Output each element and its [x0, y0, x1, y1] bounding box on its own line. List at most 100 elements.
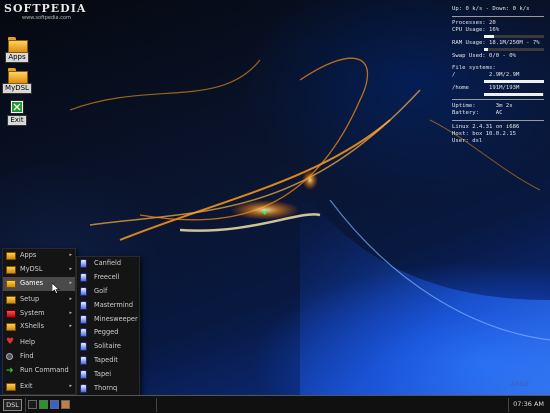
- menu-item-label: Mastermind: [94, 300, 134, 309]
- menu-item-label: System: [20, 308, 45, 317]
- folder-icon: [6, 383, 16, 392]
- folder-icon: [8, 37, 28, 53]
- start-menu: Apps ▸ MyDSL ▸ Games ▸ Setup ▸ System ▸ …: [2, 248, 76, 395]
- game-icon: [80, 328, 87, 338]
- clock: 07:36 AM: [513, 400, 544, 408]
- submenu-arrow-icon: ▸: [69, 295, 72, 302]
- file-manager-icon[interactable]: [50, 400, 59, 409]
- cpu-bar: [484, 35, 544, 38]
- game-icon: [80, 384, 87, 394]
- divider: [452, 99, 544, 100]
- desktop-icon-label: Exit: [7, 115, 27, 126]
- menu-item-run-command[interactable]: ➜ Run Command: [3, 364, 75, 378]
- fs-home: /home 191M/193M: [452, 85, 520, 91]
- menu-item-label: XShells: [20, 322, 45, 331]
- menu-item-label: Golf: [94, 286, 108, 295]
- package-icon[interactable]: [61, 400, 70, 409]
- softpedia-brand: SOFTPEDIA: [4, 2, 87, 15]
- user-info: User: dsl: [452, 138, 483, 144]
- menu-item-label: Minesweeper: [94, 314, 138, 323]
- game-icon: [80, 272, 87, 282]
- game-icon: [80, 300, 87, 310]
- folder-icon: [8, 68, 28, 84]
- menu-item-label: Solitaire: [94, 342, 121, 351]
- kernel-info: Linux 2.4.31 on i686: [452, 124, 520, 130]
- ram-usage: RAM Usage: 18.1M/250M - 7%: [452, 40, 540, 46]
- divider: [508, 398, 509, 412]
- terminal-icon[interactable]: [28, 400, 37, 409]
- game-icon: [80, 356, 87, 366]
- menu-item-solitaire[interactable]: Solitaire: [77, 340, 139, 354]
- heart-icon: ♥: [6, 337, 15, 348]
- menu-item-label: Find: [20, 352, 34, 361]
- submenu-arrow-icon: ▸: [69, 323, 72, 330]
- folder-icon: [6, 323, 16, 332]
- start-button[interactable]: DSL: [3, 399, 22, 411]
- menu-item-label: Run Command: [20, 366, 69, 375]
- menu-item-label: Canfield: [94, 259, 122, 267]
- folder-icon: [6, 252, 16, 260]
- find-icon: [6, 353, 13, 361]
- host-info: Host: box 10.0.2.15: [452, 131, 516, 137]
- menu-item-canfield[interactable]: Canfield: [77, 257, 139, 271]
- menu-item-mydsl[interactable]: MyDSL ▸: [3, 263, 75, 277]
- exit-icon: [10, 100, 24, 114]
- menu-item-tapei[interactable]: Tapei: [77, 368, 139, 382]
- mouse-cursor-icon: [52, 283, 60, 294]
- divider: [452, 16, 544, 17]
- fs-root: / 2.9M/2.9M: [452, 72, 520, 78]
- menu-item-system[interactable]: System ▸: [3, 307, 75, 321]
- menu-item-golf[interactable]: Golf: [77, 285, 139, 299]
- divider: [156, 398, 157, 412]
- taskbar: DSL 07:36 AM: [0, 395, 550, 413]
- net-rate: Up: 0 k/s - Down: 0 k/s: [452, 6, 530, 12]
- softpedia-logo: SOFTPEDIA www.softpedia.com: [4, 2, 86, 21]
- divider: [25, 398, 26, 412]
- fs-root-bar: [484, 80, 544, 83]
- game-icon: [80, 259, 87, 268]
- desktop-icon-exit[interactable]: Exit: [0, 100, 37, 126]
- submenu-arrow-icon: ▸: [69, 383, 72, 390]
- menu-item-setup[interactable]: Setup ▸: [3, 293, 75, 307]
- menu-item-label: Help: [20, 338, 36, 347]
- run-icon: ➜: [6, 366, 14, 377]
- folder-icon: [6, 295, 16, 304]
- menu-item-find[interactable]: Find: [3, 350, 75, 364]
- menu-item-thornq[interactable]: Thornq: [77, 382, 139, 396]
- menu-item-label: Exit: [20, 382, 33, 391]
- menu-item-apps[interactable]: Apps ▸: [3, 249, 75, 263]
- swap-usage: Swap Used: 0/0 - 0%: [452, 53, 516, 59]
- menu-item-games[interactable]: Games ▸: [3, 276, 75, 291]
- menu-item-label: Apps: [20, 251, 37, 259]
- red-folder-icon: [6, 309, 16, 318]
- exit-icon[interactable]: [39, 400, 48, 409]
- menu-item-help[interactable]: ♥ Help: [3, 336, 75, 350]
- desktop-icon-label: Apps: [5, 52, 29, 63]
- menu-item-label: MyDSL: [20, 264, 43, 273]
- menu-item-minesweeper[interactable]: Minesweeper: [77, 313, 139, 327]
- menu-item-pegged[interactable]: Pegged: [77, 326, 139, 340]
- games-submenu: Canfield Freecell Golf Mastermind Minesw…: [76, 256, 140, 410]
- softpedia-url: www.softpedia.com: [22, 15, 71, 21]
- game-icon: [80, 342, 87, 352]
- desktop-icon-label: MyDSL: [2, 83, 32, 94]
- desktop-icon-apps[interactable]: Apps: [0, 37, 37, 63]
- cpu-usage: CPU Usage: 16%: [452, 27, 500, 33]
- menu-item-label: Freecell: [94, 272, 120, 281]
- wallpaper-signature: Antal: [510, 380, 529, 388]
- menu-item-exit[interactable]: Exit ▸: [3, 380, 75, 394]
- menu-item-label: Games: [20, 278, 44, 287]
- game-icon: [80, 314, 87, 324]
- menu-item-xshells[interactable]: XShells ▸: [3, 320, 75, 334]
- folder-icon: [6, 279, 16, 288]
- menu-item-tapedit[interactable]: Tapedit: [77, 354, 139, 368]
- submenu-arrow-icon: ▸: [69, 265, 72, 272]
- menu-item-label: Tapedit: [94, 356, 118, 365]
- menu-item-mastermind[interactable]: Mastermind: [77, 299, 139, 313]
- uptime: Uptime: 3m 2s: [452, 103, 513, 109]
- desktop-icon-mydsl[interactable]: MyDSL: [0, 68, 37, 94]
- divider: [452, 120, 544, 121]
- game-icon: [80, 370, 87, 380]
- menu-item-freecell[interactable]: Freecell: [77, 271, 139, 285]
- menu-item-label: Setup: [20, 294, 40, 303]
